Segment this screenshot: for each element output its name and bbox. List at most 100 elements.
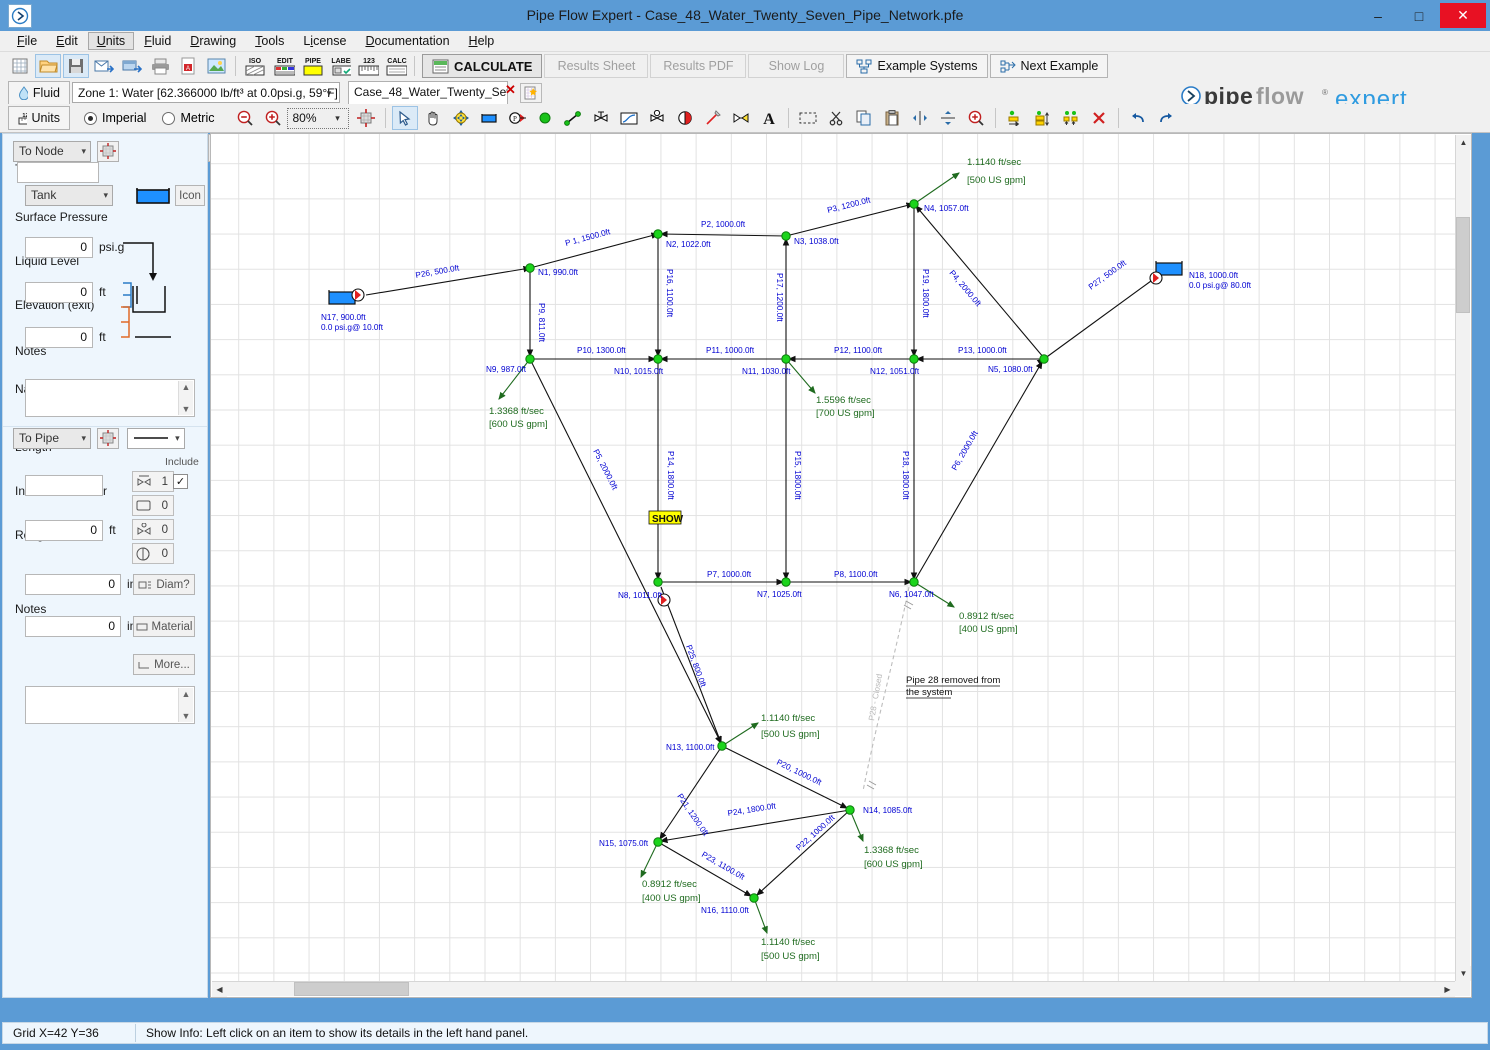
example-systems-button[interactable]: Example Systems (846, 54, 988, 78)
node-type-combo[interactable]: Tank ▾ (25, 185, 113, 206)
pipe-notes-scroll[interactable]: ▲ ▼ (178, 688, 193, 722)
units-123-icon[interactable]: 123 (354, 54, 380, 78)
pipe-fittings-count[interactable]: 1 (132, 471, 174, 492)
menu-units[interactable]: Units (87, 32, 135, 50)
menu-license[interactable]: License (294, 32, 355, 50)
draw-line-tool[interactable] (700, 106, 726, 130)
fit-to-grid-icon[interactable] (353, 106, 379, 130)
copy-tool[interactable] (851, 106, 877, 130)
scroll-up-arrow[interactable]: ▲ (1456, 135, 1471, 150)
material-button[interactable]: Material (133, 616, 195, 637)
drawing-canvas[interactable]: N1, 990.0ft N2, 1022.0ft N3, 1038.0ft N4… (210, 133, 1472, 998)
diameter-button[interactable]: Diam? (133, 574, 195, 595)
pipe-pumps-count[interactable]: 0 (132, 543, 174, 564)
show-log-button[interactable]: Show Log (748, 54, 845, 78)
to-node-combo[interactable]: To Node ▾ (13, 141, 91, 162)
results-pdf-button[interactable]: Results PDF (650, 54, 747, 78)
move-node-tool[interactable] (448, 106, 474, 130)
menu-documentation[interactable]: Documentation (356, 32, 458, 50)
menu-drawing[interactable]: Drawing (181, 32, 245, 50)
to-pipe-combo[interactable]: To Pipe ▾ (13, 428, 91, 449)
undo-tool[interactable] (1125, 106, 1151, 130)
node-notes-scroll[interactable]: ▲ ▼ (178, 381, 193, 415)
pipe-notes-textarea[interactable]: ▲ ▼ (25, 686, 195, 724)
canvas-horizontal-scrollbar[interactable]: ◀ ▶ (212, 981, 1455, 997)
pipe-name-input[interactable] (25, 475, 103, 496)
control-valve-tool[interactable] (672, 106, 698, 130)
component-curve-tool[interactable] (616, 106, 642, 130)
flip-horizontal-tool[interactable] (935, 106, 961, 130)
include-checkbox[interactable]: ✓ (173, 474, 188, 489)
menu-fluid[interactable]: Fluid (135, 32, 180, 50)
label-icon[interactable]: LABEL (326, 54, 352, 78)
more-button[interactable]: More... (133, 654, 195, 675)
vertical-scroll-thumb[interactable] (1456, 217, 1470, 313)
maximize-button[interactable]: □ (1399, 3, 1439, 28)
email-icon[interactable] (91, 54, 117, 78)
valve-tool[interactable] (588, 106, 614, 130)
flow-demand-tool[interactable] (728, 106, 754, 130)
elevation-input[interactable]: 0 (25, 327, 93, 348)
pipe-network-diagram[interactable]: N1, 990.0ft N2, 1022.0ft N3, 1038.0ft N4… (211, 134, 1457, 983)
distribute-horizontal-tool[interactable] (1030, 106, 1056, 130)
save-icon[interactable] (63, 54, 89, 78)
pipe-icon[interactable]: PIPE (298, 54, 324, 78)
fluid-zone-combo[interactable]: Zone 1: Water [62.366000 lb/ft³ at 0.0ps… (72, 82, 340, 103)
next-example-button[interactable]: Next Example (989, 54, 1109, 78)
icon-button[interactable]: Icon (175, 185, 205, 206)
close-button[interactable]: ✕ (1440, 3, 1486, 28)
units-button[interactable]: 123 Units (8, 106, 70, 130)
distribute-vertical-tool[interactable] (1058, 106, 1084, 130)
scroll-down-arrow[interactable]: ▼ (1456, 966, 1471, 981)
pressure-node-tool[interactable]: P (504, 106, 530, 130)
surface-pressure-input[interactable]: 0 (25, 237, 93, 258)
tank-tool[interactable] (476, 106, 502, 130)
scroll-right-arrow[interactable]: ▶ (1440, 982, 1455, 997)
pipe-valves-count[interactable]: 0 (132, 519, 174, 540)
metric-radio[interactable]: Metric (162, 111, 215, 125)
pipe-components-count[interactable]: 0 (132, 495, 174, 516)
print-icon[interactable] (147, 54, 173, 78)
menu-help[interactable]: Help (460, 32, 504, 50)
export-icon[interactable] (119, 54, 145, 78)
fluid-button[interactable]: Fluid (8, 80, 70, 105)
document-tab[interactable]: Case_48_Water_Twenty_Seve (348, 81, 508, 104)
zoom-in-icon[interactable] (260, 106, 286, 130)
menu-edit[interactable]: Edit (47, 32, 87, 50)
node-notes-textarea[interactable]: ▲ ▼ (25, 379, 195, 417)
imperial-radio[interactable]: Imperial (84, 111, 146, 125)
close-tab-icon[interactable]: ✕ (505, 82, 516, 98)
results-sheet-button[interactable]: Results Sheet (544, 54, 649, 78)
menu-file[interactable]: File (8, 32, 46, 50)
minimize-button[interactable]: – (1358, 3, 1398, 28)
align-right-tool[interactable] (1002, 106, 1028, 130)
select-pointer-tool[interactable] (391, 106, 418, 130)
zoom-out-icon[interactable] (232, 106, 258, 130)
paste-tool[interactable] (879, 106, 905, 130)
pump-tool[interactable] (644, 106, 670, 130)
pdf-icon[interactable]: A (175, 54, 201, 78)
open-folder-icon[interactable] (35, 54, 61, 78)
image-icon[interactable] (203, 54, 229, 78)
pan-hand-tool[interactable] (420, 106, 446, 130)
scroll-left-arrow[interactable]: ◀ (212, 982, 227, 997)
zoom-region-tool[interactable] (963, 106, 989, 130)
cut-tool[interactable] (823, 106, 849, 130)
join-point-tool[interactable] (532, 106, 558, 130)
calc-icon[interactable]: CALC (382, 54, 408, 78)
edit-icon[interactable]: EDIT (270, 54, 296, 78)
zoom-level-combo[interactable]: 80% ▾ (286, 107, 349, 129)
horizontal-scroll-thumb[interactable] (294, 982, 409, 996)
target-pipe-icon[interactable] (97, 428, 120, 449)
delete-tool[interactable] (1086, 106, 1112, 130)
menu-tools[interactable]: Tools (246, 32, 293, 50)
pipe-length-input[interactable]: 0 (25, 520, 103, 541)
target-node-icon[interactable] (97, 141, 120, 162)
pipe-linestyle-combo[interactable]: ▾ (126, 428, 185, 449)
marquee-select-tool[interactable] (795, 106, 821, 130)
liquid-level-input[interactable]: 0 (25, 282, 93, 303)
iso-icon[interactable]: ISO (242, 54, 268, 78)
canvas-vertical-scrollbar[interactable]: ▲ ▼ (1455, 135, 1471, 981)
redo-tool[interactable] (1153, 106, 1179, 130)
new-sheet-icon[interactable] (7, 54, 33, 78)
